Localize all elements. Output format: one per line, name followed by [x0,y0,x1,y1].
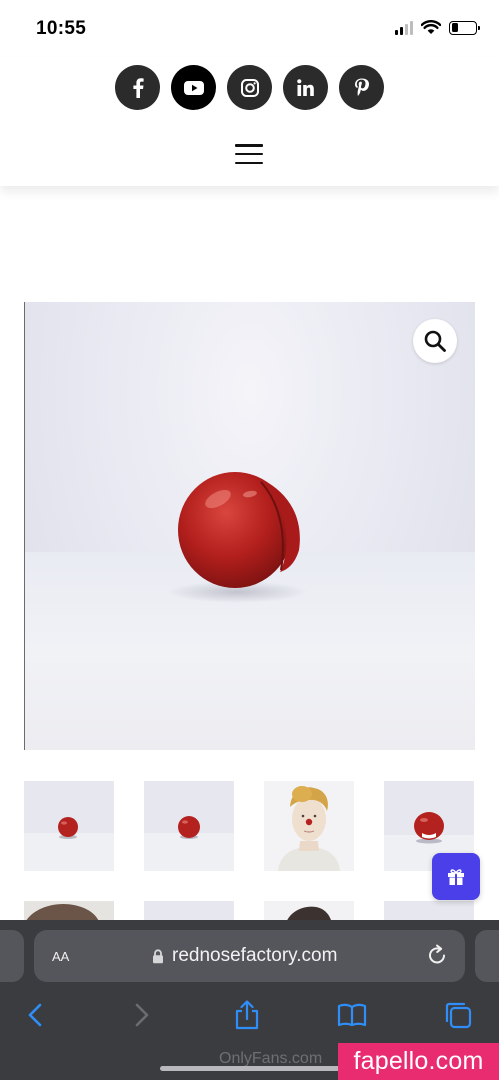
youtube-icon [183,80,204,95]
linkedin-icon [297,79,314,96]
share-button[interactable] [230,998,264,1032]
facebook-button[interactable] [115,65,160,110]
status-icons [395,20,480,35]
gift-button[interactable] [432,853,480,900]
thumbnail-1[interactable] [24,781,114,871]
reload-button[interactable] [425,943,449,972]
pinterest-icon [355,78,369,96]
status-time: 10:55 [36,18,87,39]
forward-icon [135,1003,149,1027]
browser-bottom-bar: AA rednosefactory.com OnlyFans.com fapel… [0,920,499,1080]
back-button[interactable] [18,998,52,1032]
address-bar[interactable]: AA rednosefactory.com [34,930,465,982]
product-main-image[interactable] [24,302,475,750]
reload-icon [429,944,445,964]
tabs-button[interactable] [441,998,475,1032]
cellular-signal-icon [395,20,413,35]
red-nose-photo [167,472,307,603]
previous-tab-preview[interactable] [0,930,24,982]
site-header [0,58,499,186]
status-bar: 10:55 [0,0,499,58]
text-size-label: AA [52,949,70,964]
thumbnail-2[interactable] [144,781,234,871]
browser-toolbar [0,992,499,1034]
facebook-icon [132,77,144,98]
home-indicator[interactable] [160,1066,340,1071]
tabs-icon [445,1002,472,1029]
gift-icon [448,868,464,885]
zoom-search-icon [424,330,446,352]
pinterest-button[interactable] [339,65,384,110]
instagram-icon [240,78,259,97]
url-display[interactable]: rednosefactory.com [152,945,337,967]
forward-button[interactable] [125,998,159,1032]
lock-icon [153,948,163,963]
hamburger-menu-icon[interactable] [235,144,263,164]
social-links [0,65,499,110]
youtube-button[interactable] [171,65,216,110]
next-tab-preview[interactable] [475,930,499,982]
linkedin-button[interactable] [283,65,328,110]
back-icon [28,1003,42,1027]
bookmarks-icon [337,1003,367,1027]
fapello-watermark: fapello.com [338,1043,499,1080]
instagram-button[interactable] [227,65,272,110]
text-size-button[interactable]: AA [52,945,69,966]
bookmarks-button[interactable] [335,998,369,1032]
wifi-icon [421,20,441,34]
zoom-button[interactable] [413,319,457,363]
thumbnail-3[interactable] [264,781,354,871]
battery-icon [449,20,480,35]
url-text: rednosefactory.com [172,945,338,966]
share-icon [235,1000,259,1030]
